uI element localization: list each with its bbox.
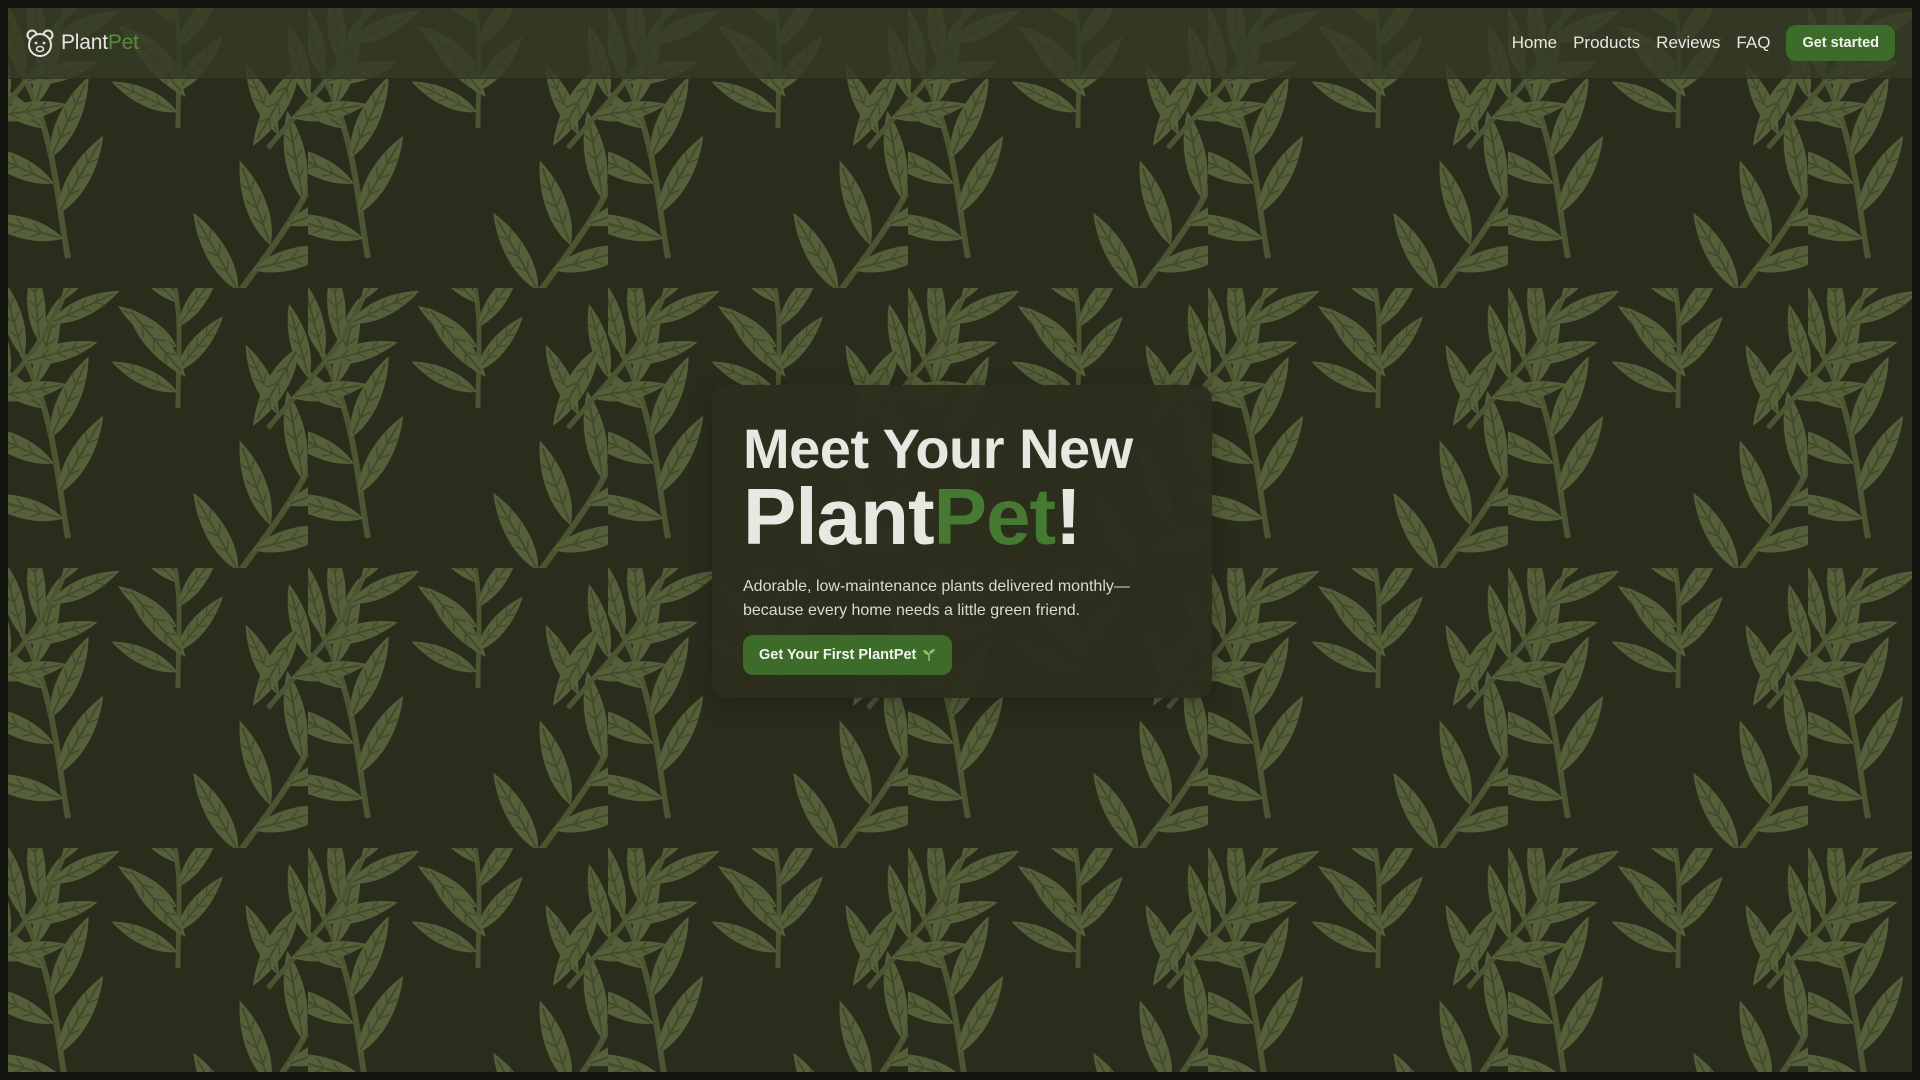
brand-logo[interactable]: PlantPet [25, 28, 139, 58]
navbar: PlantPet Home Products Reviews FAQ Get s… [8, 8, 1912, 79]
nav-links: Home Products Reviews FAQ Get started [1512, 25, 1895, 61]
hero-title-pet: Pet [933, 472, 1056, 561]
hero-title-line2: PlantPet! [743, 477, 1181, 557]
brand-name: PlantPet [61, 31, 139, 55]
nav-faq[interactable]: FAQ [1736, 27, 1770, 59]
nav-home[interactable]: Home [1512, 27, 1557, 59]
hero-card: Meet Your New PlantPet! Adorable, low-ma… [712, 385, 1212, 698]
sprout-icon [923, 649, 936, 661]
page-frame: PlantPet Home Products Reviews FAQ Get s… [8, 8, 1912, 1072]
brand-name-plant: Plant [61, 31, 108, 54]
hero-cta-label: Get Your First PlantPet [759, 647, 917, 663]
get-started-button[interactable]: Get started [1786, 25, 1895, 61]
brand-name-pet: Pet [107, 31, 139, 54]
bear-face-icon [26, 29, 54, 57]
hero-subtitle: Adorable, low-maintenance plants deliver… [743, 578, 1130, 619]
nav-products[interactable]: Products [1573, 27, 1640, 59]
get-first-plantpet-button[interactable]: Get Your First PlantPet [743, 635, 953, 675]
hero-title-plant: Plant [743, 472, 935, 561]
nav-reviews[interactable]: Reviews [1656, 27, 1720, 59]
hero-title-exclaim: ! [1055, 472, 1082, 561]
hero-title-line1: Meet Your New [743, 417, 1133, 480]
